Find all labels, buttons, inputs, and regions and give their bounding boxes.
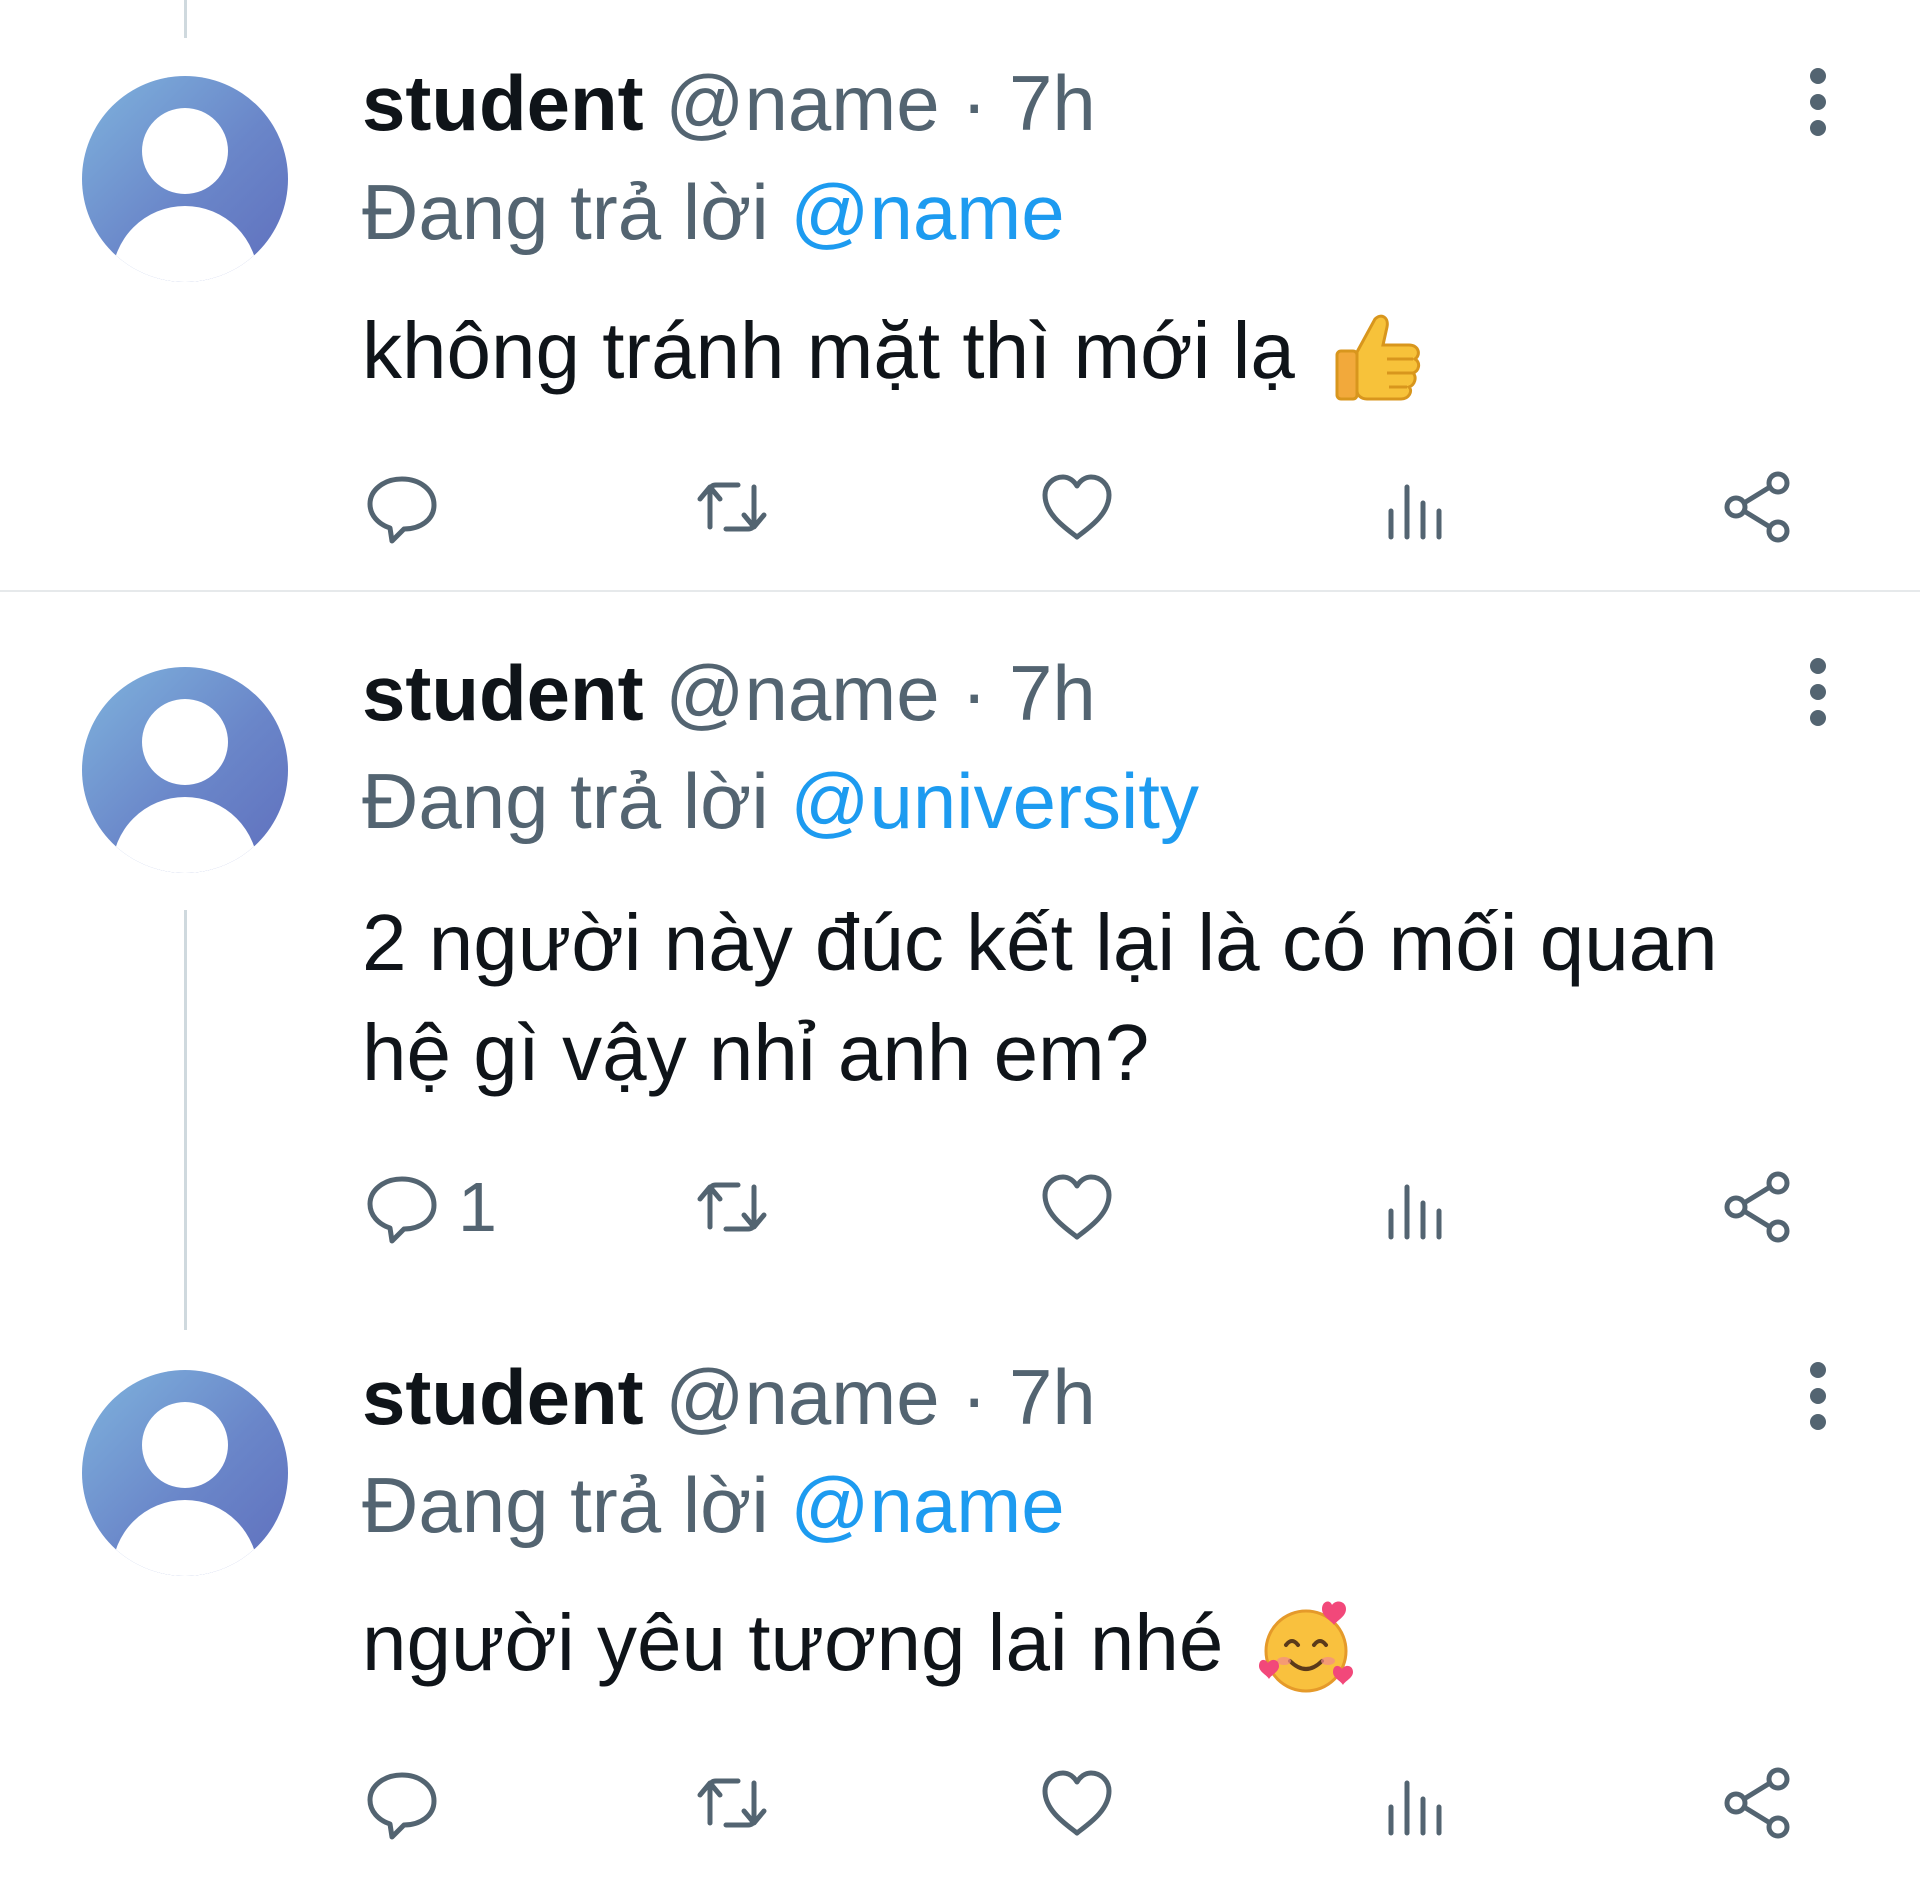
replying-to-label: Đang trả lời (362, 1461, 769, 1549)
views-icon (1388, 1780, 1442, 1836)
replying-to: Đang trả lời @name (362, 167, 1065, 257)
reply-icon (367, 476, 437, 544)
retweet-button[interactable] (692, 462, 772, 552)
thumbs-up-icon (1335, 314, 1421, 401)
tweet-text-body: 2 người này đúc kết lại là có mối quan h… (362, 898, 1718, 1097)
avatar[interactable] (82, 1370, 288, 1576)
replying-to: Đang trả lời @university (362, 756, 1199, 846)
separator: · (961, 649, 988, 737)
separator: · (961, 59, 988, 147)
reply-icon (367, 1772, 437, 1840)
user-handle[interactable]: @name (665, 59, 939, 147)
timestamp[interactable]: 7h (1009, 59, 1096, 147)
avatar[interactable] (82, 76, 288, 282)
reply-button[interactable] (362, 1758, 458, 1848)
like-icon (1042, 474, 1112, 540)
user-handle[interactable]: @name (665, 1353, 939, 1441)
share-icon (1724, 471, 1790, 543)
reply-icon (367, 1176, 437, 1244)
display-name[interactable]: student (362, 649, 644, 737)
separator: · (961, 1353, 988, 1441)
tweet-header: student @name · 7h (362, 1352, 1096, 1442)
reply-mention[interactable]: @name (790, 168, 1064, 256)
timestamp[interactable]: 7h (1009, 649, 1096, 737)
views-button[interactable] (1377, 1162, 1457, 1252)
more-icon[interactable] (1800, 652, 1836, 732)
smiling-face-with-hearts-icon (1258, 1601, 1353, 1693)
views-button[interactable] (1377, 462, 1457, 552)
tweet-1[interactable]: student @name · 7h Đang trả lời @name kh… (0, 0, 1920, 590)
tweet-actions (362, 462, 1822, 552)
views-icon (1388, 1184, 1442, 1240)
replying-to-label: Đang trả lời (362, 168, 769, 256)
more-icon[interactable] (1800, 1356, 1836, 1436)
replying-to: Đang trả lời @name (362, 1460, 1065, 1550)
like-button[interactable] (1037, 462, 1117, 552)
tweet-actions: 1 (362, 1162, 1822, 1252)
like-icon (1042, 1174, 1112, 1240)
reply-button[interactable] (362, 462, 458, 552)
like-button[interactable] (1037, 1758, 1117, 1848)
like-button[interactable] (1037, 1162, 1117, 1252)
avatar[interactable] (82, 667, 288, 873)
display-name[interactable]: student (362, 59, 644, 147)
tweet-text-body: người yêu tương lai nhé (362, 1598, 1224, 1687)
views-button[interactable] (1377, 1758, 1457, 1848)
tweet-text: không tránh mặt thì mới lạ (362, 296, 1782, 407)
display-name[interactable]: student (362, 1353, 644, 1441)
tweet-3[interactable]: student @name · 7h Đang trả lời @name ng… (0, 1300, 1920, 1879)
user-handle[interactable]: @name (665, 649, 939, 737)
retweet-icon (697, 1778, 767, 1828)
retweet-button[interactable] (692, 1162, 772, 1252)
tweet-text: 2 người này đúc kết lại là có mối quan h… (362, 888, 1782, 1108)
timestamp[interactable]: 7h (1009, 1353, 1096, 1441)
retweet-icon (697, 1182, 767, 1232)
retweet-icon (697, 482, 767, 532)
share-button[interactable] (1718, 1162, 1798, 1252)
reply-count: 1 (458, 1168, 497, 1246)
tweet-header: student @name · 7h (362, 58, 1096, 148)
retweet-button[interactable] (692, 1758, 772, 1848)
tweet-text: người yêu tương lai nhé (362, 1588, 1782, 1699)
share-button[interactable] (1718, 462, 1798, 552)
tweet-2[interactable]: student @name · 7h Đang trả lời @univers… (0, 592, 1920, 1302)
views-icon (1388, 484, 1442, 540)
replying-to-label: Đang trả lời (362, 757, 769, 845)
reply-mention[interactable]: @university (790, 757, 1199, 845)
tweet-header: student @name · 7h (362, 648, 1096, 738)
share-icon (1724, 1171, 1790, 1243)
reply-button[interactable]: 1 (362, 1162, 497, 1252)
tweet-actions (362, 1758, 1822, 1848)
share-button[interactable] (1718, 1758, 1798, 1848)
like-icon (1042, 1770, 1112, 1836)
share-icon (1724, 1767, 1790, 1839)
tweet-text-body: không tránh mặt thì mới lạ (362, 306, 1295, 395)
reply-mention[interactable]: @name (790, 1461, 1064, 1549)
more-icon[interactable] (1800, 62, 1836, 142)
